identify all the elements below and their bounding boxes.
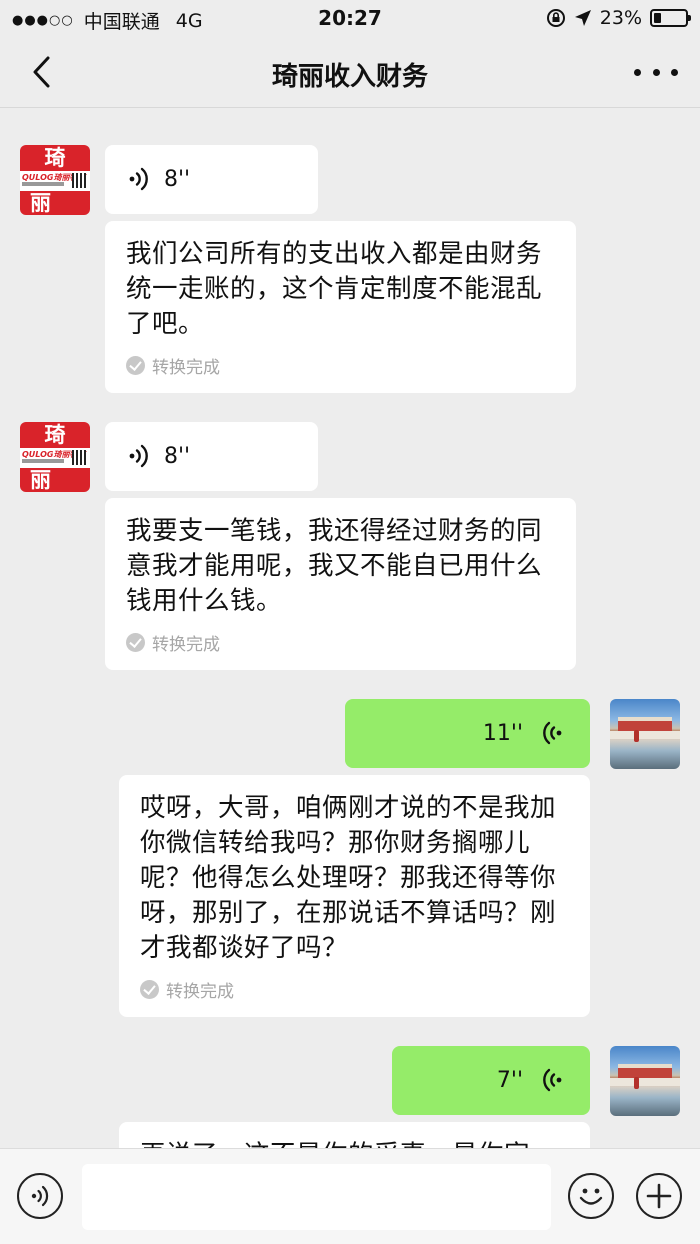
voice-message-bubble[interactable]: 7'' [392, 1046, 590, 1115]
wall-shape [610, 731, 680, 739]
chat-area[interactable]: 琦 QULOG琦丽物流 丽 8'' 我们公司所有的支出收入都是由财务统一走账的，… [0, 108, 700, 1148]
logo-char-top: 琦 [44, 423, 66, 447]
check-circle-icon [140, 980, 159, 999]
voice-message-bubble[interactable]: 8'' [105, 145, 318, 214]
user-avatar[interactable] [610, 699, 680, 769]
conversion-status: 转换完成 [126, 630, 220, 655]
check-circle-icon [126, 633, 145, 652]
status-right: 23% [546, 7, 691, 29]
voice-wave-icon [129, 444, 148, 468]
input-bar [0, 1148, 700, 1244]
wall-shape [610, 1078, 680, 1086]
transcription-bubble[interactable]: 哎呀，大哥，咱俩刚才说的不是我加你微信转给我吗？那你财务搁哪儿呢？他得怎么处理呀… [119, 775, 590, 1017]
logo-char-bottom: 丽 [30, 468, 51, 492]
voice-message-bubble[interactable]: 11'' [345, 699, 590, 768]
location-icon [574, 10, 591, 26]
battery-fill [654, 13, 661, 23]
voice-duration: 8'' [164, 444, 191, 469]
voice-wave-icon [129, 167, 148, 191]
logo-char-bottom: 丽 [30, 191, 51, 215]
person-shape [634, 730, 639, 742]
chat-title: 琦丽收入财务 [271, 62, 428, 92]
check-circle-icon [126, 356, 145, 375]
conversion-status-label: 转换完成 [152, 358, 220, 378]
voice-wave-icon [543, 1068, 562, 1092]
transcription-text: 哎呀，大哥，咱俩刚才说的不是我加你微信转给我吗？那你财务搁哪儿呢？他得怎么处理呀… [140, 793, 557, 963]
rotation-lock-icon [546, 9, 565, 27]
more-functions-button[interactable] [636, 1173, 682, 1219]
qr-code-icon [72, 450, 86, 465]
voice-duration: 11'' [482, 721, 523, 746]
status-bar: ●●●○○ 中国联通 4G 20:27 23% [0, 0, 700, 36]
voice-message-bubble[interactable]: 8'' [105, 422, 318, 491]
logo-band: QULOG琦丽物流 [20, 448, 90, 468]
conversion-status: 转换完成 [126, 353, 220, 378]
more-options-icon[interactable] [634, 58, 678, 86]
logo-sub-line [22, 459, 64, 463]
conversion-status-label: 转换完成 [152, 635, 220, 655]
logo-sub-line [22, 182, 64, 186]
voice-wave-icon [543, 721, 562, 745]
qr-code-icon [72, 173, 86, 188]
voice-wave-icon [31, 1185, 49, 1207]
message-input[interactable] [82, 1164, 551, 1230]
nav-bar: 琦丽收入财务 [0, 36, 700, 108]
voice-input-button[interactable] [17, 1173, 63, 1219]
voice-duration: 8'' [164, 167, 191, 192]
transcription-bubble[interactable]: 我要支一笔钱，我还得经过财务的同意我才能用呢，我又不能自已用什么钱用什么钱。 转… [105, 498, 576, 670]
transcription-bubble[interactable]: 再说了，这不是你的采事，是你家 [119, 1122, 590, 1148]
dot [652, 68, 660, 76]
conversion-status: 转换完成 [140, 977, 234, 1002]
conversion-status-label: 转换完成 [166, 982, 234, 1002]
user-avatar[interactable] [610, 1046, 680, 1116]
contact-avatar[interactable]: 琦 QULOG琦丽物流 丽 [20, 422, 90, 492]
palace-shape [618, 1064, 672, 1078]
transcription-bubble[interactable]: 我们公司所有的支出收入都是由财务统一走账的，这个肯定制度不能混乱了吧。 转换完成 [105, 221, 576, 393]
dot [634, 68, 641, 76]
transcription-text: 我们公司所有的支出收入都是由财务统一走账的，这个肯定制度不能混乱了吧。 [126, 239, 543, 339]
transcription-text: 再说了，这不是你的采事，是你家 [140, 1138, 570, 1148]
dot [671, 68, 678, 76]
emoji-button[interactable] [568, 1173, 614, 1219]
battery-icon [650, 9, 691, 27]
voice-duration: 7'' [496, 1068, 523, 1093]
plus-icon [646, 1183, 672, 1209]
transcription-text: 我要支一笔钱，我还得经过财务的同意我才能用呢，我又不能自已用什么钱用什么钱。 [126, 516, 543, 616]
battery-percent: 23% [599, 7, 642, 29]
logo-char-top: 琦 [44, 146, 66, 170]
logo-band: QULOG琦丽物流 [20, 171, 90, 191]
person-shape [634, 1077, 639, 1089]
palace-shape [618, 717, 672, 731]
contact-avatar[interactable]: 琦 QULOG琦丽物流 丽 [20, 145, 90, 215]
smiley-icon [579, 1188, 603, 1205]
